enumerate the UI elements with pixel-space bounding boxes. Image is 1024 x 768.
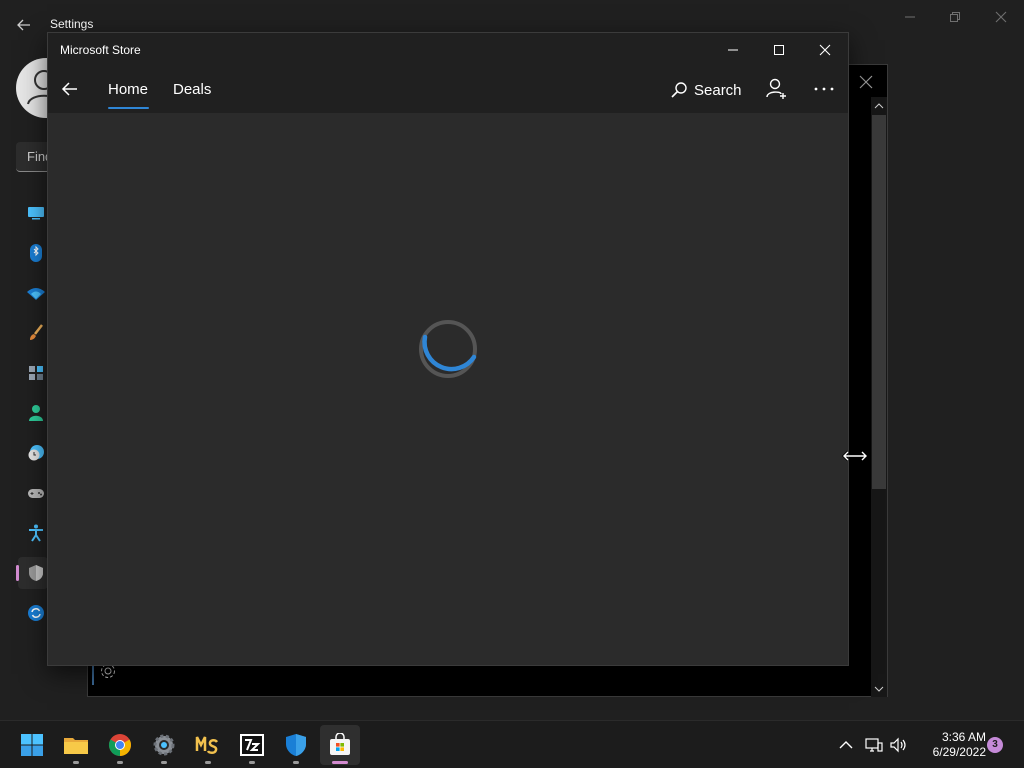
network-status-button[interactable]	[864, 735, 884, 755]
show-hidden-icons-button[interactable]	[836, 735, 856, 755]
sidebar-item-system[interactable]	[26, 203, 46, 223]
horizontal-resize-cursor-icon	[842, 448, 868, 464]
brush-icon	[30, 324, 43, 340]
sidebar-item-time-language[interactable]	[26, 443, 46, 463]
maximize-icon	[774, 45, 784, 55]
gamepad-icon	[28, 489, 44, 498]
sidebar-item-personalization[interactable]	[26, 323, 46, 343]
sidebar-item-accessibility[interactable]	[26, 523, 46, 543]
taskbar-file-explorer[interactable]	[56, 725, 96, 765]
tab-deals[interactable]: Deals	[173, 81, 211, 98]
maximize-button[interactable]	[756, 33, 802, 67]
volume-icon	[890, 737, 906, 753]
taskbar-ms-app[interactable]	[188, 725, 228, 765]
network-wired-icon	[865, 738, 883, 752]
update-icon	[28, 605, 44, 621]
settings-icon	[153, 734, 175, 756]
add-user-icon	[766, 78, 786, 99]
clock-date: 6/29/2022	[932, 745, 986, 759]
settings-minimize-button[interactable]	[895, 8, 925, 26]
sidebar-item-gaming[interactable]	[26, 483, 46, 503]
scroll-down-button[interactable]	[873, 684, 885, 694]
windows-security-icon	[286, 734, 306, 756]
chevron-down-icon	[874, 686, 884, 692]
store-titlebar[interactable]: Microsoft Store	[48, 33, 848, 67]
loading-ring-icon	[419, 320, 477, 378]
taskbar-windows-security[interactable]	[276, 725, 316, 765]
running-indicator	[73, 761, 79, 764]
bluetooth-icon	[30, 244, 42, 262]
shield-icon	[29, 565, 43, 581]
search-icon	[671, 82, 687, 98]
back-button[interactable]	[58, 77, 82, 101]
wifi-icon	[27, 288, 45, 300]
search-button[interactable]: Search	[670, 79, 742, 101]
settings-back-button[interactable]	[14, 15, 34, 35]
taskbar-7zip[interactable]	[232, 725, 272, 765]
taskbar-settings[interactable]	[144, 725, 184, 765]
notification-badge[interactable]: 3	[987, 737, 1003, 753]
clock[interactable]: 3:36 AM 6/29/2022	[916, 730, 986, 760]
chevron-up-icon	[874, 103, 884, 109]
microsoft-store-window: Microsoft Store Home Deals Search	[47, 32, 849, 666]
apps-icon	[29, 366, 43, 380]
selection-indicator	[92, 663, 94, 685]
scrollbar-thumb[interactable]	[872, 115, 886, 489]
settings-restore-button[interactable]	[940, 8, 970, 26]
running-indicator	[117, 761, 123, 764]
7zip-icon	[240, 734, 264, 756]
taskbar-chrome[interactable]	[100, 725, 140, 765]
chevron-up-icon	[839, 741, 853, 749]
active-indicator	[332, 761, 348, 764]
minimize-icon	[728, 49, 738, 51]
selection-indicator	[16, 565, 19, 581]
monitor-icon	[28, 207, 44, 220]
sidebar-item-apps[interactable]	[26, 363, 46, 383]
accessibility-icon	[29, 524, 43, 542]
microsoft-store-icon	[330, 733, 350, 755]
clock-globe-icon	[28, 445, 44, 461]
person-icon	[29, 405, 43, 421]
volume-button[interactable]	[888, 735, 908, 755]
back-arrow-icon	[61, 82, 77, 96]
back-arrow-icon	[17, 19, 30, 31]
settings-close-button[interactable]	[986, 8, 1016, 26]
scroll-up-button[interactable]	[873, 101, 885, 111]
window-title: Microsoft Store	[60, 43, 141, 57]
start-icon	[21, 734, 43, 756]
restore-icon	[950, 12, 960, 22]
minimize-button[interactable]	[710, 33, 756, 67]
running-indicator	[249, 761, 255, 764]
chrome-icon	[109, 734, 131, 756]
sidebar-item-accounts[interactable]	[26, 403, 46, 423]
account-button[interactable]	[765, 77, 789, 101]
close-button[interactable]	[802, 33, 848, 67]
settings-title: Settings	[50, 17, 94, 31]
close-icon	[819, 44, 831, 56]
ms-app-icon	[195, 736, 219, 754]
start-button[interactable]	[12, 725, 52, 765]
search-label: Search	[694, 81, 742, 99]
tab-selected-indicator	[108, 107, 149, 109]
sidebar-item-windows-update[interactable]	[26, 603, 46, 623]
running-indicator	[161, 761, 167, 764]
loading-spinner	[418, 319, 478, 379]
more-icon	[814, 87, 834, 91]
running-indicator	[205, 761, 211, 764]
clock-time: 3:36 AM	[941, 730, 986, 744]
close-icon	[859, 75, 873, 89]
sidebar-item-privacy-security-icon	[26, 563, 46, 583]
taskbar-microsoft-store[interactable]	[320, 725, 360, 765]
close-icon	[995, 11, 1007, 23]
sidebar-item-network[interactable]	[26, 283, 46, 303]
store-navbar: Home Deals Search	[48, 67, 848, 113]
sidebar-item-bluetooth[interactable]	[26, 243, 46, 263]
running-indicator	[293, 761, 299, 764]
more-options-button[interactable]	[812, 79, 836, 99]
tab-home[interactable]: Home	[108, 81, 148, 98]
file-explorer-icon	[64, 738, 88, 754]
minimize-icon	[905, 16, 915, 18]
taskbar: 3:36 AM 6/29/2022 3	[0, 720, 1024, 768]
security-dialog-close-button[interactable]	[857, 73, 875, 91]
